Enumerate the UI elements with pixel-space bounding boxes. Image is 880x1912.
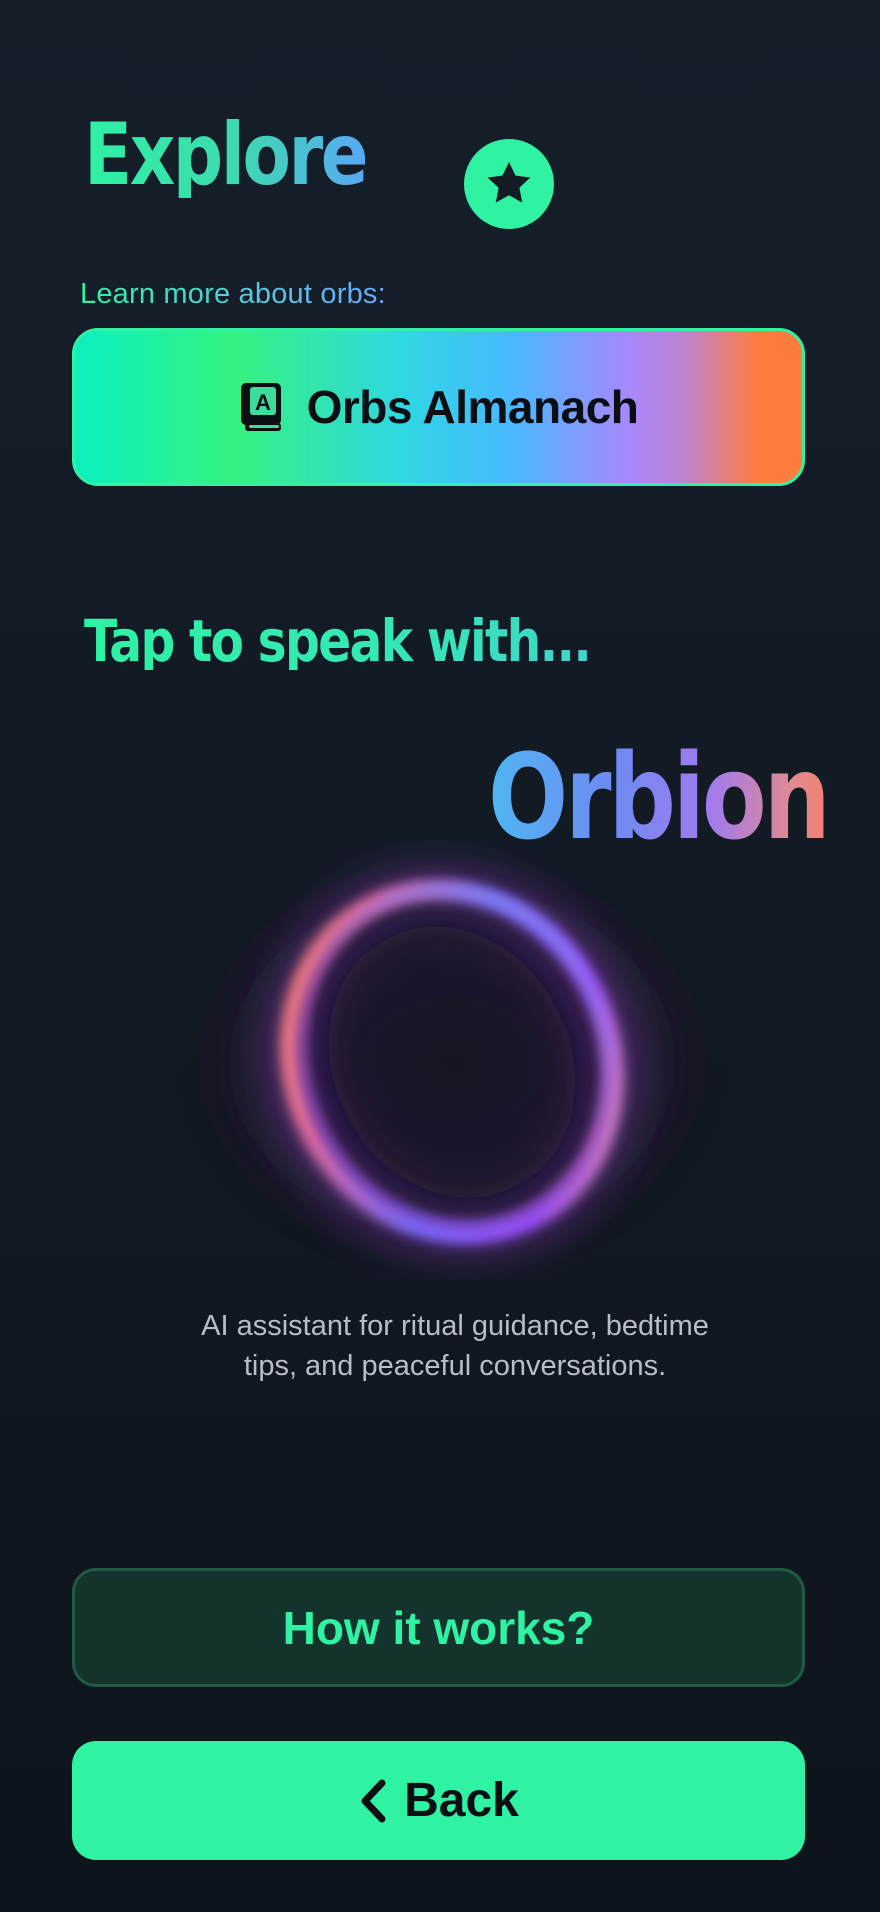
almanach-prompt: Learn more about orbs:	[80, 278, 386, 310]
dictionary-book-icon: A	[240, 383, 281, 431]
explore-screen: Explore Learn more about orbs: A Orbs Al…	[0, 0, 880, 1912]
star-icon	[487, 161, 531, 203]
page-title: Explore	[84, 105, 369, 205]
assistant-description: AI assistant for ritual guidance, bedtim…	[201, 1310, 709, 1382]
how-it-works-label: How it works?	[282, 1601, 595, 1654]
orbs-almanach-button[interactable]: A Orbs Almanach	[72, 328, 805, 486]
speak-prompt: Tap to speak with...	[84, 607, 592, 675]
back-label: Back	[404, 1774, 519, 1827]
favorites-button[interactable]	[464, 139, 554, 229]
assistant-name: Orbion	[488, 728, 831, 866]
orb-visual[interactable]	[160, 840, 740, 1280]
chevron-left-icon	[361, 1779, 386, 1822]
orbs-almanach-label: Orbs Almanach	[306, 381, 639, 433]
back-button[interactable]: Back	[72, 1741, 805, 1860]
how-it-works-button[interactable]: How it works?	[72, 1568, 805, 1687]
svg-text:A: A	[255, 390, 271, 415]
